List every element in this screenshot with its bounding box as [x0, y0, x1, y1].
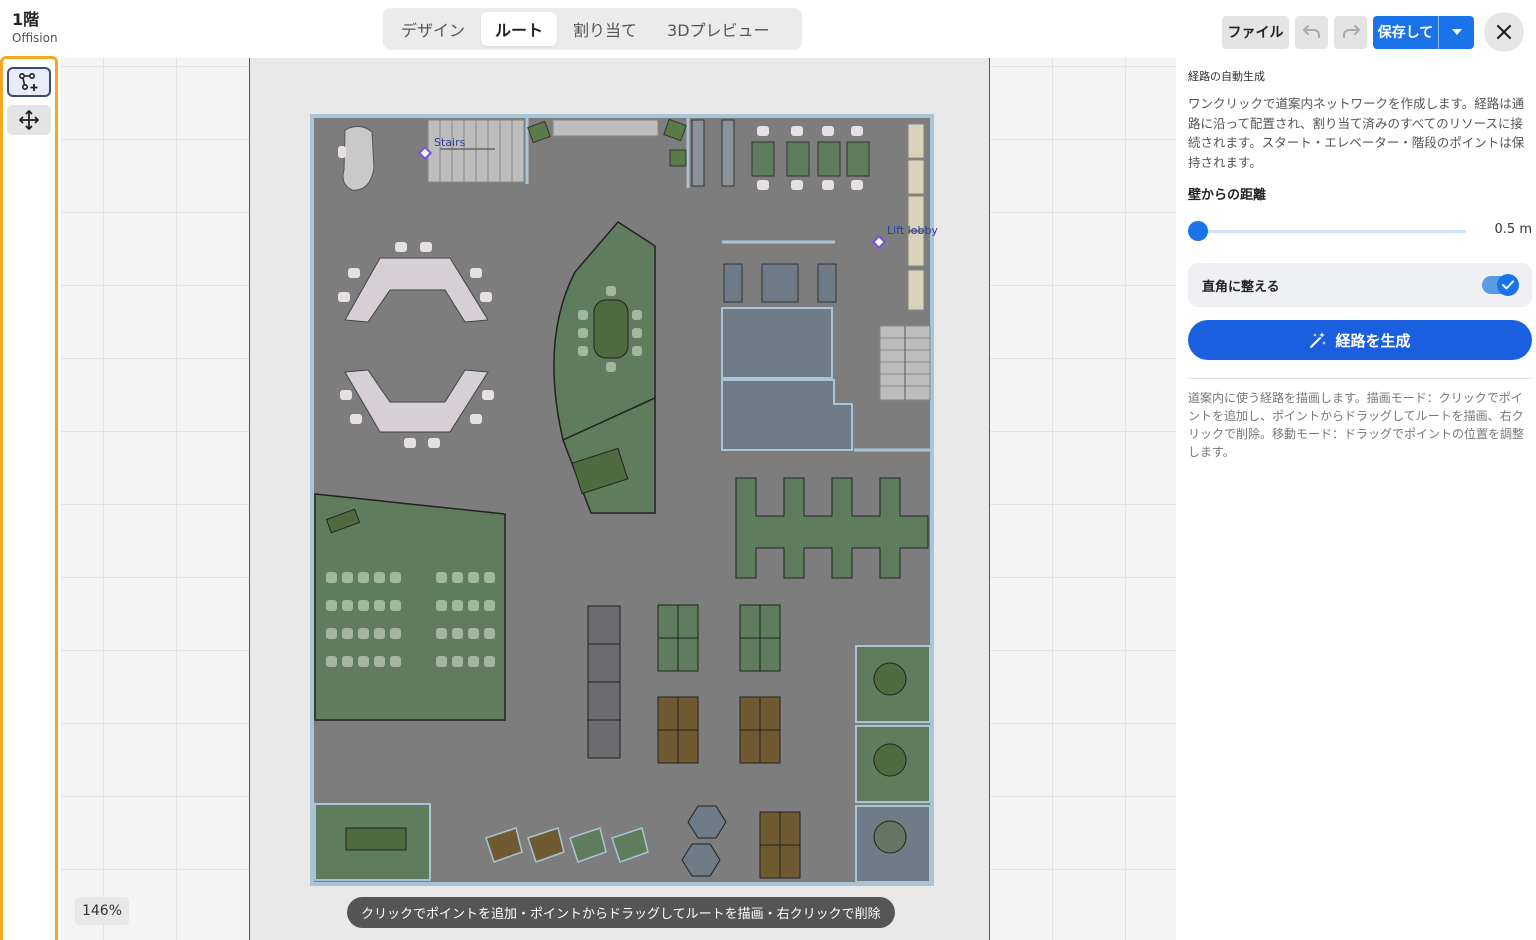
- orthogonal-toggle[interactable]: [1482, 274, 1519, 296]
- canvas-hint: クリックでポイントを追加・ポイントからドラッグしてルートを描画・右クリックで削除: [347, 897, 895, 928]
- orthogonal-toggle-row: 直角に整える: [1188, 263, 1532, 307]
- tab-3d-preview[interactable]: 3Dプレビュー: [653, 12, 784, 46]
- classroom-seat: [468, 600, 479, 611]
- classroom-seat: [452, 628, 463, 639]
- tool-sidebar: [0, 56, 58, 940]
- move-arrows-icon: [19, 110, 39, 130]
- undo-button[interactable]: [1295, 15, 1328, 49]
- panel-divider: [1188, 378, 1532, 379]
- mode-tabs: デザイン ルート 割り当て 3Dプレビュー: [383, 8, 802, 50]
- stairs-right: [879, 325, 931, 401]
- route-nodes-add-icon: [18, 72, 38, 91]
- classroom-seat: [326, 572, 337, 583]
- classroom-seat: [326, 628, 337, 639]
- save-button-group: 保存して: [1373, 15, 1474, 49]
- classroom-seat: [436, 600, 447, 611]
- classroom-seat: [436, 628, 447, 639]
- tab-assign[interactable]: 割り当て: [559, 12, 651, 46]
- generate-route-button[interactable]: 経路を生成: [1188, 320, 1532, 360]
- classroom-seat: [484, 656, 495, 667]
- round-table-rooms: [855, 645, 931, 883]
- redo-button[interactable]: [1334, 15, 1367, 49]
- tab-route[interactable]: ルート: [481, 12, 558, 46]
- classroom-seat: [484, 628, 495, 639]
- route-help-text: 道案内に使う経路を描画します。描画モード：クリックでポイントを追加し、ポイントか…: [1188, 391, 1525, 459]
- classroom-seat: [390, 656, 401, 667]
- classroom-seat: [358, 572, 369, 583]
- caret-down-icon: [1451, 29, 1462, 35]
- generate-route-label: 経路を生成: [1335, 331, 1411, 350]
- slider-thumb[interactable]: [1188, 221, 1208, 241]
- classroom-seat: [390, 572, 401, 583]
- move-tool[interactable]: [7, 105, 51, 135]
- auto-generate-description: ワンクリックで道案内ネットワークを作成します。経路は通路に沿って配置され、割り当…: [1188, 96, 1525, 170]
- classroom-seat: [468, 572, 479, 583]
- classroom-seat: [468, 656, 479, 667]
- classroom-seat: [468, 628, 479, 639]
- auto-generate-heading: 経路の自動生成: [1188, 70, 1265, 83]
- toggle-knob: [1497, 274, 1519, 296]
- wall-distance-slider[interactable]: 0.5 m: [1188, 211, 1532, 251]
- close-button[interactable]: [1484, 12, 1524, 52]
- file-button[interactable]: ファイル: [1222, 15, 1289, 49]
- classroom-seat: [326, 656, 337, 667]
- tab-design[interactable]: デザイン: [387, 12, 479, 46]
- close-icon: [1496, 24, 1512, 40]
- classroom-seat: [484, 572, 495, 583]
- classroom-seat: [374, 656, 385, 667]
- classroom-seat: [374, 572, 385, 583]
- slider-track[interactable]: [1198, 230, 1466, 233]
- classroom-seat: [358, 656, 369, 667]
- floor-title: 1階 Offision: [12, 10, 58, 46]
- floor-plan-canvas[interactable]: Stairs Lift lobby 146% クリックでポイントを追加・ポイント…: [61, 58, 1176, 940]
- classroom-seat: [390, 628, 401, 639]
- classroom-seat: [358, 600, 369, 611]
- building-name: Offision: [12, 31, 58, 45]
- redo-icon: [1342, 25, 1360, 38]
- stairs-label: Stairs: [434, 136, 466, 149]
- classroom-seat: [436, 572, 447, 583]
- top-toolbar: ファイル 保存して: [1222, 12, 1524, 52]
- stairs-top: [427, 119, 525, 183]
- classroom-seat: [326, 600, 337, 611]
- zoom-indicator[interactable]: 146%: [75, 897, 129, 925]
- route-settings-panel: 経路の自動生成 ワンクリックで道案内ネットワークを作成します。経路は通路に沿って…: [1176, 58, 1536, 940]
- check-icon: [1502, 280, 1514, 290]
- classroom-seat: [452, 600, 463, 611]
- classroom-seat: [342, 600, 353, 611]
- classroom-seat: [358, 628, 369, 639]
- route-draw-tool[interactable]: [7, 67, 51, 97]
- wall-distance-value: 0.5 m: [1494, 222, 1532, 237]
- floor-plan-drawing: Stairs Lift lobby: [310, 114, 938, 886]
- classroom-seat: [484, 600, 495, 611]
- wall-distance-label: 壁からの距離: [1188, 188, 1267, 203]
- classroom-seat: [374, 600, 385, 611]
- classroom-seat: [436, 656, 447, 667]
- classroom-seat: [452, 572, 463, 583]
- save-dropdown-button[interactable]: [1439, 16, 1474, 49]
- classroom-seat: [342, 572, 353, 583]
- classroom-seat: [452, 656, 463, 667]
- classroom-seat: [342, 656, 353, 667]
- save-button[interactable]: 保存して: [1373, 15, 1439, 49]
- floor-name: 1階: [12, 10, 40, 29]
- lift-lobby-label: Lift lobby: [887, 224, 938, 237]
- orthogonal-label: 直角に整える: [1202, 279, 1280, 295]
- undo-icon: [1302, 25, 1320, 38]
- classroom-seat: [342, 628, 353, 639]
- magic-wand-icon: [1310, 332, 1327, 348]
- classroom-seat: [374, 628, 385, 639]
- classroom-seat: [390, 600, 401, 611]
